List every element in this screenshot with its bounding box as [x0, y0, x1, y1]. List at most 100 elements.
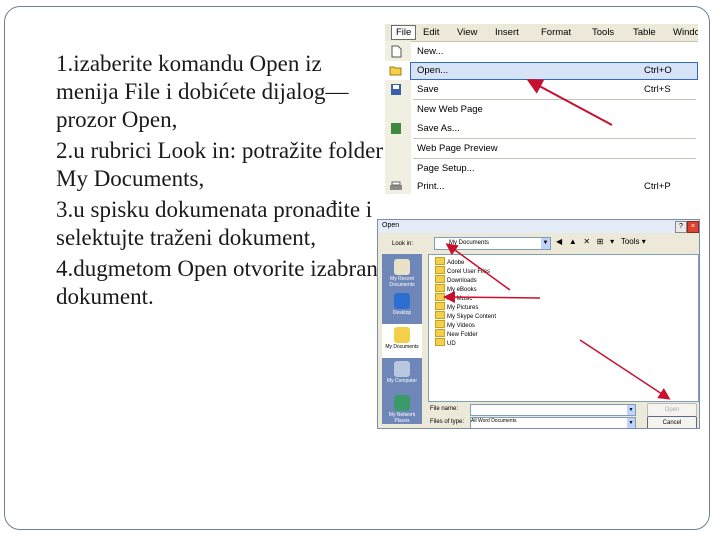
- up-folder-icon[interactable]: ▲: [569, 237, 577, 246]
- folder-icon: [435, 266, 445, 274]
- printer-icon: [390, 181, 402, 190]
- list-item[interactable]: My Pictures: [435, 302, 478, 311]
- list-item[interactable]: My Videos: [435, 320, 475, 329]
- dialog-toolbar: ◀ ▲ ✕ ⊞ ▾ Tools ▾: [556, 237, 651, 246]
- save-disk-icon: [391, 84, 401, 95]
- open-button[interactable]: Open: [647, 403, 697, 417]
- menu-view[interactable]: View: [457, 27, 477, 38]
- list-item[interactable]: Downloads: [435, 275, 477, 284]
- save-as-icon: [391, 123, 401, 134]
- menu-item-shortcut: Ctrl+O: [644, 65, 672, 76]
- chevron-down-icon[interactable]: ▼: [627, 418, 635, 428]
- file-menu-screenshot: File Edit View Insert Format Tools Table…: [385, 24, 698, 194]
- folder-icon: [435, 329, 445, 337]
- menu-item-shortcut: Ctrl+P: [644, 181, 671, 192]
- folder-icon: [435, 320, 445, 328]
- menu-item-label: Save As...: [417, 123, 460, 134]
- dialog-title: Open: [382, 222, 400, 229]
- menu-item-label: Web Page Preview: [417, 143, 498, 154]
- bullet-text-4: 4.dugmetom Open otvorite izabrani dokume…: [56, 256, 385, 309]
- file-type-select[interactable]: All Word Documents ▼: [470, 417, 636, 428]
- bullet-text-1: 1.izaberite komandu Open iz menija File …: [56, 51, 349, 132]
- help-icon[interactable]: ?: [675, 221, 687, 233]
- place-label: My Computer: [386, 378, 417, 384]
- list-item[interactable]: UD: [435, 338, 456, 347]
- menu-item-open[interactable]: Open... Ctrl+O: [385, 61, 698, 80]
- bullet-item-3: 3.u spisku dokumenata pronađite i selekt…: [36, 196, 386, 252]
- places-bar: My Recent Documents Desktop My Documents…: [382, 254, 422, 424]
- close-icon[interactable]: ×: [687, 221, 699, 233]
- list-item[interactable]: My Skype Content: [435, 311, 496, 320]
- menu-item-label: New Web Page: [417, 104, 483, 115]
- file-name-label: File name:: [430, 406, 459, 412]
- menu-format[interactable]: Format: [541, 27, 571, 38]
- views-icon[interactable]: ⊞: [597, 237, 604, 246]
- menu-item-label: New...: [417, 46, 444, 57]
- menu-file[interactable]: File: [391, 25, 417, 40]
- recent-documents-icon: [394, 259, 410, 275]
- place-label: My Documents: [385, 344, 419, 350]
- place-my-documents[interactable]: My Documents: [382, 324, 422, 358]
- look-in-select[interactable]: My Documents ▼: [434, 237, 551, 250]
- menu-edit[interactable]: Edit: [423, 27, 439, 38]
- bullet-item-1: 1.izaberite komandu Open iz menija File …: [36, 50, 386, 134]
- menu-item-save[interactable]: Save Ctrl+S: [385, 80, 698, 99]
- list-item[interactable]: My eBooks: [435, 284, 477, 293]
- delete-icon[interactable]: ✕: [583, 237, 590, 246]
- file-type-label: Files of type:: [430, 419, 465, 425]
- open-folder-icon: [389, 66, 402, 76]
- folder-icon: [435, 275, 445, 283]
- bullet-list: 1.izaberite komandu Open iz menija File …: [36, 50, 386, 314]
- file-name-input[interactable]: ▼: [470, 404, 636, 416]
- bullet-text-3: 3.u spisku dokumenata pronađite i selekt…: [56, 197, 373, 250]
- menu-table[interactable]: Table: [633, 27, 656, 38]
- file-list: Adobe Corel User Files Downloads My eBoo…: [428, 254, 699, 402]
- desktop-icon: [394, 293, 410, 309]
- tools-menu[interactable]: Tools ▾: [621, 237, 646, 246]
- dialog-title-bar: Open ? ×: [378, 220, 699, 233]
- bullet-text-2: 2.u rubrici Look in: potražite folder My…: [56, 138, 384, 191]
- file-type-value: All Word Documents: [471, 418, 517, 424]
- list-item-label: UD: [447, 341, 456, 347]
- list-item[interactable]: Adobe: [435, 257, 464, 266]
- chevron-down-icon[interactable]: ▼: [627, 405, 635, 415]
- menu-item-new-web-page[interactable]: New Web Page: [385, 100, 698, 119]
- folder-icon: [435, 311, 445, 319]
- place-label: My Network Places: [388, 412, 416, 424]
- list-item[interactable]: New Folder: [435, 329, 478, 338]
- place-my-computer[interactable]: My Computer: [382, 358, 422, 392]
- folder-icon: [435, 293, 445, 301]
- place-label: My Recent Documents: [389, 276, 415, 288]
- menu-item-label: Open...: [417, 65, 449, 76]
- bullet-item-4: 4.dugmetom Open otvorite izabrani dokume…: [36, 255, 386, 311]
- menu-item-label: Print...: [417, 181, 445, 192]
- menu-item-label: Page Setup...: [417, 163, 475, 174]
- menu-window[interactable]: Windo: [673, 27, 698, 38]
- views-dropdown-icon[interactable]: ▾: [610, 237, 614, 246]
- chevron-down-icon[interactable]: ▼: [541, 238, 550, 249]
- place-recent[interactable]: My Recent Documents: [382, 256, 422, 290]
- list-item[interactable]: Corel User Files: [435, 266, 490, 275]
- network-icon: [394, 395, 410, 411]
- place-label: Desktop: [392, 310, 412, 316]
- cancel-button[interactable]: Cancel: [647, 416, 697, 428]
- menu-tools[interactable]: Tools: [592, 27, 614, 38]
- menu-bar: File Edit View Insert Format Tools Table…: [385, 24, 698, 42]
- folder-icon: [435, 338, 445, 346]
- back-icon[interactable]: ◀: [556, 237, 562, 246]
- place-network[interactable]: My Network Places: [382, 392, 422, 426]
- open-dialog-screenshot: Open ? × Look in: My Documents ▼ ◀ ▲ ✕ ⊞…: [377, 219, 700, 429]
- menu-item-web-page-preview[interactable]: Web Page Preview: [385, 139, 698, 158]
- menu-insert[interactable]: Insert: [495, 27, 519, 38]
- folder-icon: [435, 284, 445, 292]
- place-desktop[interactable]: Desktop: [382, 290, 422, 324]
- menu-item-print[interactable]: Print... Ctrl+P: [385, 177, 698, 194]
- menu-item-shortcut: Ctrl+S: [644, 84, 671, 95]
- look-in-label: Look in:: [392, 241, 414, 247]
- bullet-item-2: 2.u rubrici Look in: potražite folder My…: [36, 137, 386, 193]
- folder-icon: [435, 302, 445, 310]
- menu-item-page-setup[interactable]: Page Setup...: [385, 159, 698, 178]
- menu-item-save-as[interactable]: Save As...: [385, 119, 698, 138]
- list-item[interactable]: My Music: [435, 293, 472, 302]
- menu-item-new[interactable]: New...: [385, 42, 698, 61]
